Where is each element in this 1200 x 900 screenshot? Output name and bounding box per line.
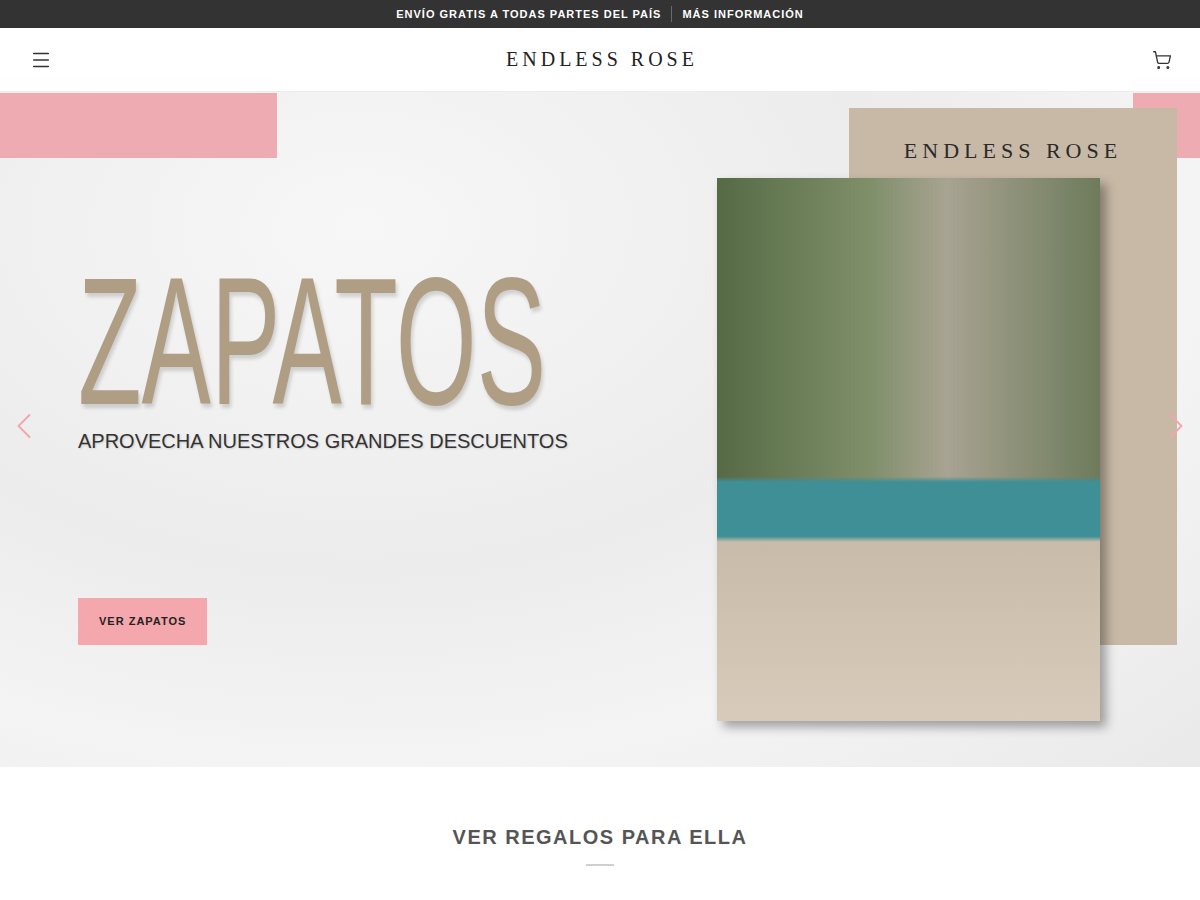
chevron-right-icon[interactable]	[1154, 404, 1198, 448]
hero-slider: ZAPATOSAPROVECHA NUESTROS GRANDES DESCUE…	[0, 92, 1200, 767]
announcement-item: ENVÍO GRATIS A TODAS PARTES DEL PAÍS	[386, 6, 671, 22]
hamburger-icon[interactable]	[30, 49, 52, 71]
hero-photo	[717, 178, 1100, 721]
cart-icon[interactable]	[1152, 50, 1172, 70]
menu-button[interactable]	[28, 47, 54, 73]
cart-button[interactable]	[1150, 48, 1174, 72]
panel-logo: ENDLESS ROSE	[904, 138, 1122, 166]
title-divider	[586, 864, 614, 866]
decor-block	[0, 93, 277, 158]
announcement-bar: ENVÍO GRATIS A TODAS PARTES DEL PAÍSMÁS …	[0, 0, 1200, 28]
announcement-item[interactable]: MÁS INFORMACIÓN	[671, 6, 813, 22]
prev-button[interactable]	[2, 404, 46, 448]
next-button[interactable]	[1154, 404, 1198, 448]
chevron-left-icon[interactable]	[2, 404, 46, 448]
hero-title: ZAPATOS	[78, 250, 546, 432]
hero-subtitle: APROVECHA NUESTROS GRANDES DESCUENTOS	[78, 429, 568, 453]
gifts-section: VER REGALOS PARA ELLA	[0, 767, 1200, 900]
header: ENDLESS ROSE	[0, 28, 1200, 92]
shop-button[interactable]: VER ZAPATOS	[78, 598, 207, 645]
hero-text: ZAPATOSAPROVECHA NUESTROS GRANDES DESCUE…	[0, 92, 640, 767]
section-title: VER REGALOS PARA ELLA	[453, 824, 748, 850]
page: ENVÍO GRATIS A TODAS PARTES DEL PAÍSMÁS …	[0, 0, 1200, 900]
logo[interactable]: ENDLESS ROSE	[506, 48, 698, 71]
